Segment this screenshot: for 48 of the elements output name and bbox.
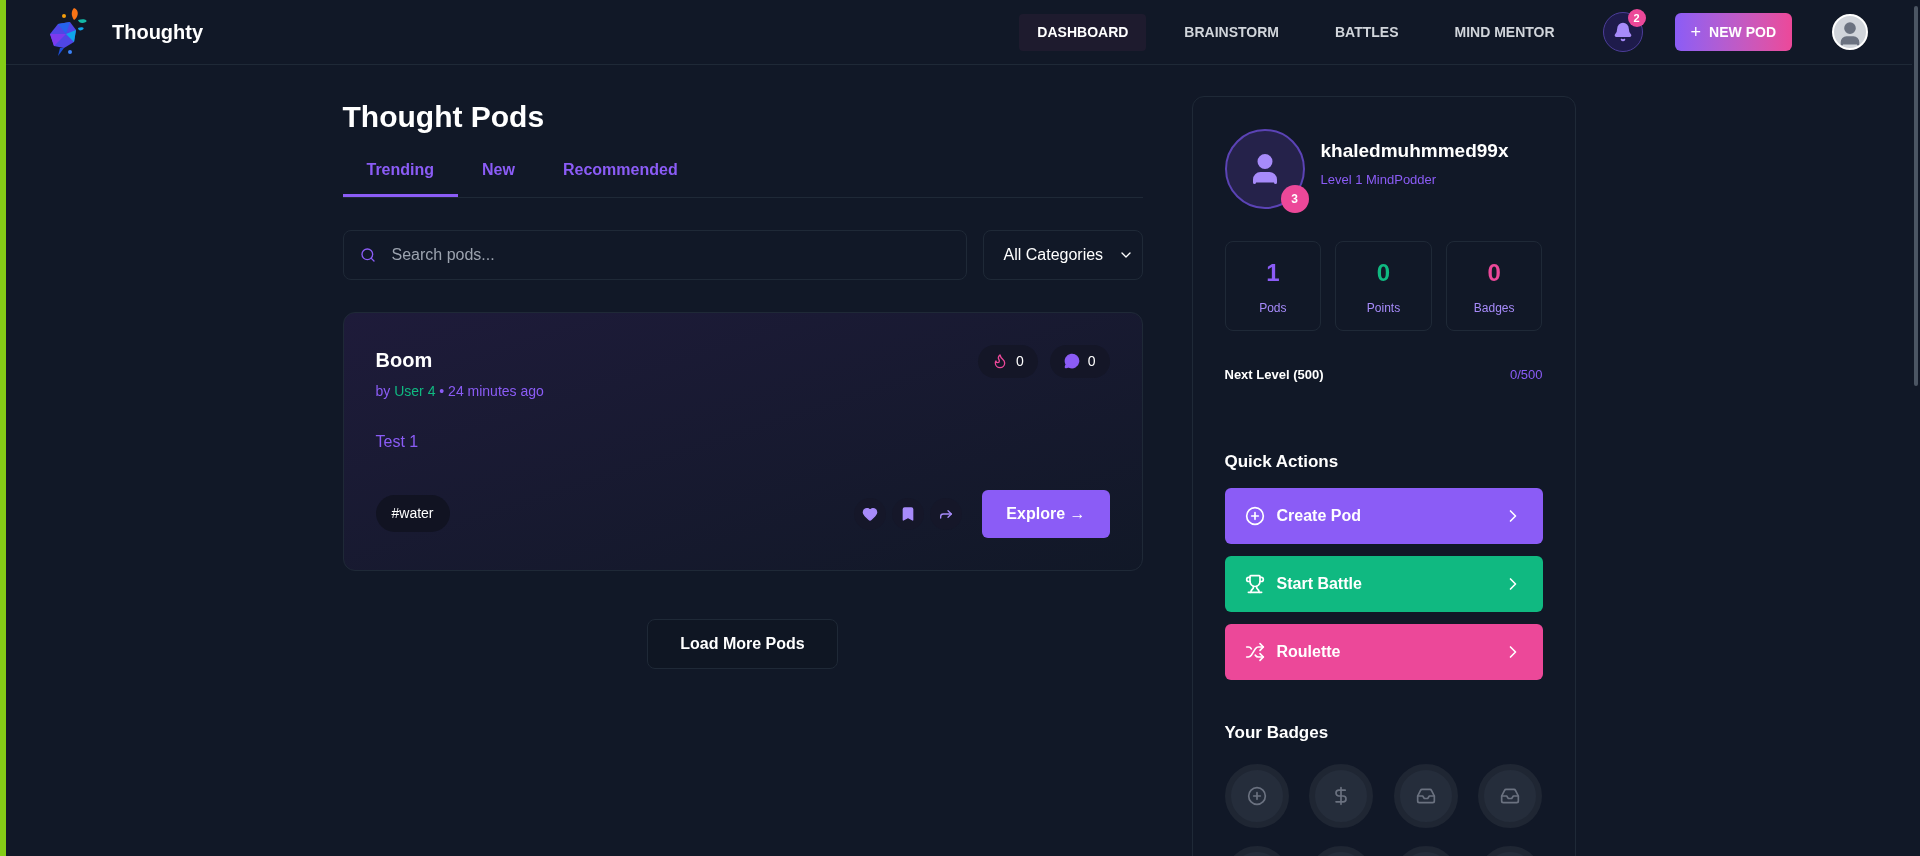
plus-circle-icon: [1246, 785, 1267, 806]
speech-bubble-icon: [1063, 353, 1080, 369]
heart-icon: [862, 505, 879, 522]
tag[interactable]: #water: [375, 495, 450, 532]
next-level-label: Next Level (500): [1224, 366, 1324, 384]
tab[interactable]: New: [458, 145, 539, 197]
stat-value: 0: [1376, 258, 1391, 288]
shuffle-icon: [1244, 642, 1265, 662]
tab[interactable]: Recommended: [538, 145, 702, 197]
quick-action-button[interactable]: Create Pod: [1224, 488, 1543, 544]
search-field[interactable]: Search pods...: [342, 229, 967, 280]
level-badge: 3: [1280, 185, 1309, 213]
stat-label: Points: [1366, 300, 1401, 317]
notifications-button[interactable]: 2: [1602, 12, 1643, 52]
comment-count: 0: [1049, 344, 1110, 378]
notification-count: 2: [1627, 9, 1646, 27]
heat-count: 0: [977, 344, 1038, 378]
quick-actions-title: Quick Actions: [1224, 450, 1340, 473]
quick-action-button[interactable]: Roulette: [1224, 624, 1543, 680]
stat-value: 1: [1266, 258, 1280, 288]
pod-body: Test 1: [375, 431, 420, 452]
quick-action-button[interactable]: Start Battle: [1224, 556, 1543, 612]
new-pod-button[interactable]: + NEW POD: [1674, 13, 1792, 51]
plus-circle-icon: [1244, 506, 1265, 526]
pod-title: Boom: [375, 347, 434, 373]
user-avatar[interactable]: [1832, 14, 1868, 50]
pod-meta: by User 4 • 24 minutes ago: [375, 381, 544, 401]
next-level-reading: 0/500: [1509, 366, 1543, 384]
explore-button[interactable]: Explore →: [982, 489, 1110, 538]
brand-name: Thoughty: [112, 20, 204, 45]
stat-value: 0: [1487, 258, 1501, 288]
stat-label: Pods: [1259, 300, 1287, 317]
badges-title: Your Badges: [1224, 722, 1330, 744]
page-title: Thought Pods: [342, 99, 546, 135]
search-icon: [359, 246, 376, 263]
username: khaledmuhmmed99x: [1320, 139, 1509, 163]
tab[interactable]: Trending: [342, 145, 459, 197]
load-more-button[interactable]: Load More Pods: [647, 618, 838, 669]
search-input[interactable]: Search pods...: [391, 242, 950, 267]
stat-label: Badges: [1473, 300, 1515, 317]
bell-icon: [1612, 22, 1633, 42]
user-rank: Level 1 MindPodder: [1320, 170, 1438, 189]
category-dropdown[interactable]: All Categories: [982, 229, 1143, 280]
trophy-icon: [1244, 574, 1265, 594]
nav-link[interactable]: DASHBOARD: [1019, 13, 1147, 51]
nav-link[interactable]: MIND MENTOR: [1436, 13, 1573, 51]
nav-link[interactable]: BRAINSTORM: [1166, 13, 1297, 51]
nav-link[interactable]: BATTLES: [1317, 13, 1417, 51]
